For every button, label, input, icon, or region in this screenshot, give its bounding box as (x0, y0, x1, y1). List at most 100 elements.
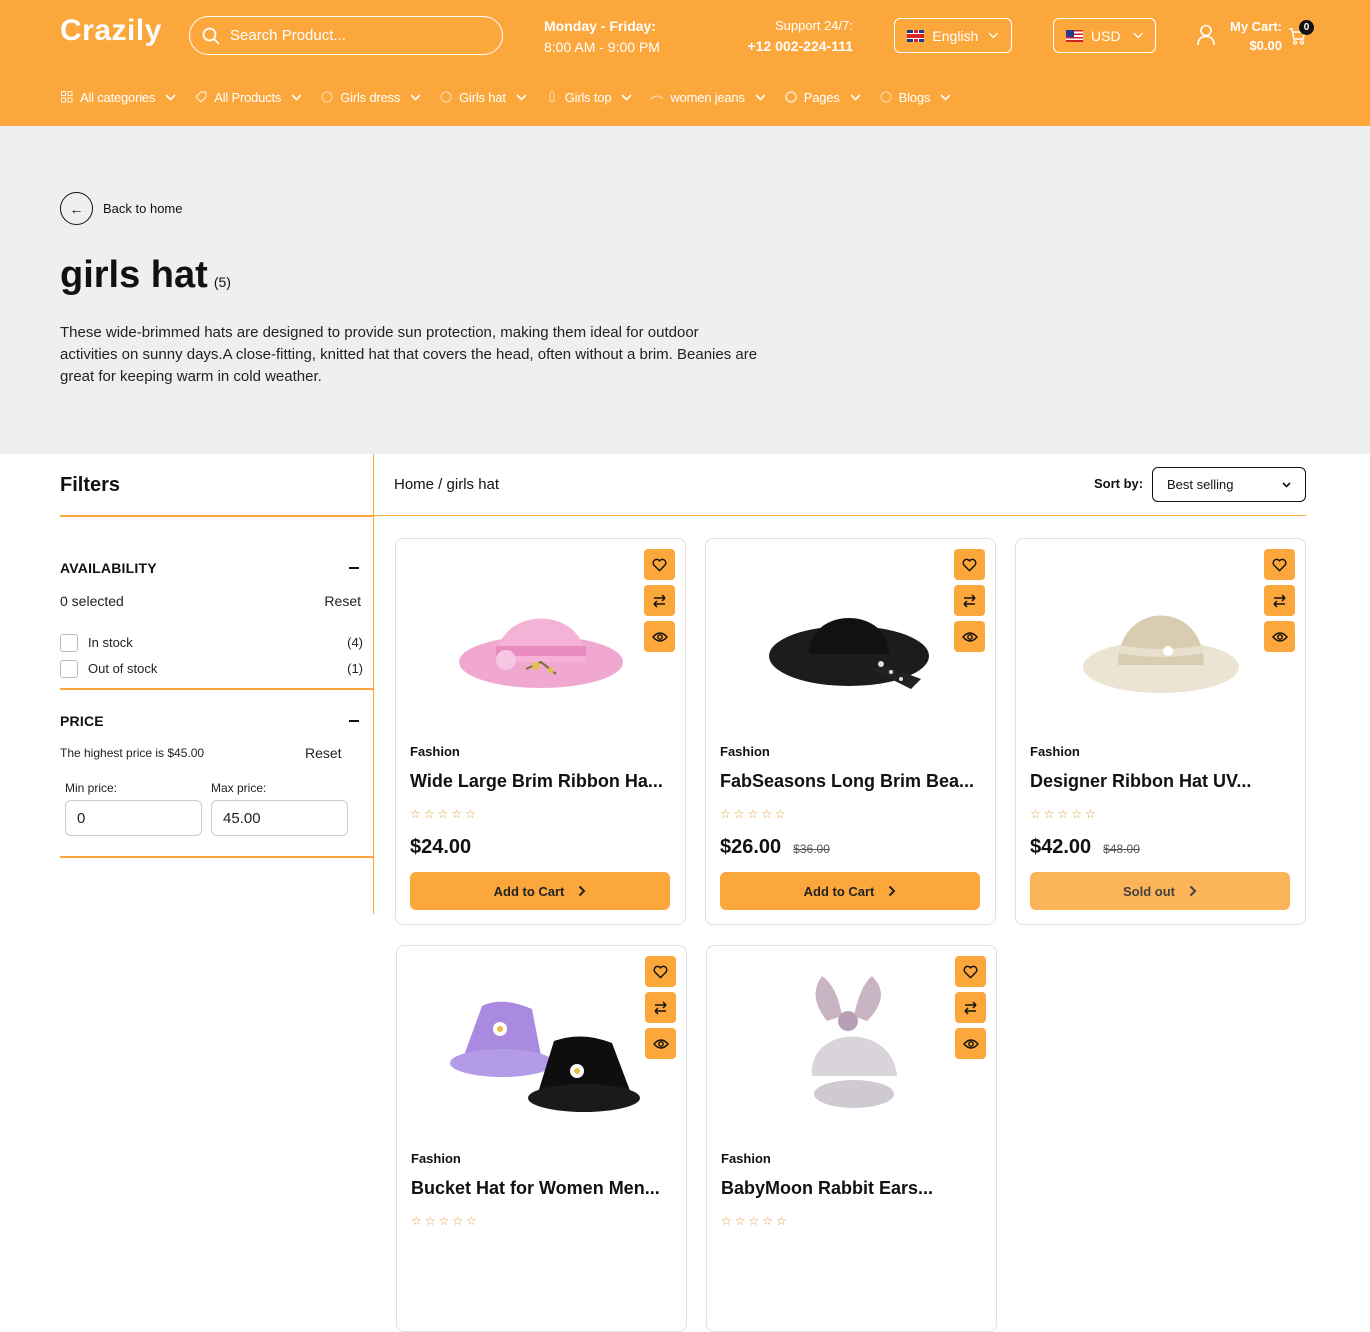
quick-view-button[interactable] (1264, 621, 1295, 652)
hat-icon (439, 90, 453, 104)
product-name[interactable]: Wide Large Brim Ribbon Ha... (410, 771, 672, 792)
nav-item-all-categories[interactable]: All categories (60, 90, 176, 105)
wishlist-button[interactable] (955, 956, 986, 987)
divider (60, 688, 374, 690)
logo[interactable]: Crazily (60, 14, 162, 48)
product-name[interactable]: FabSeasons Long Brim Bea... (720, 771, 982, 792)
compare-icon (654, 1000, 667, 1015)
cart-label: My Cart: (1230, 19, 1283, 34)
availability-title[interactable]: AVAILABILITY (60, 560, 157, 576)
sort-label: Sort by: (1094, 476, 1144, 491)
chevron-down-icon (1282, 481, 1291, 488)
collection-toolbar: Home / girls hat Sort by: Best selling (374, 454, 1306, 516)
nav-item-blogs[interactable]: Blogs (879, 90, 952, 105)
chevron-down-icon (850, 93, 861, 101)
eye-icon (1271, 631, 1288, 642)
nav-label: Pages (803, 89, 840, 105)
language-selector[interactable]: English (894, 18, 1012, 53)
currency-selector[interactable]: USD (1053, 18, 1156, 53)
sort-select[interactable]: Best selling (1152, 467, 1306, 502)
heart-icon (1272, 558, 1287, 572)
divider (60, 515, 374, 517)
nav-item-girls-hat[interactable]: Girls hat (439, 90, 527, 105)
chevron-down-icon (165, 93, 176, 101)
current-price: $24.00 (410, 836, 472, 858)
search-bar[interactable] (189, 16, 503, 55)
product-card[interactable]: Fashion FabSeasons Long Brim Bea... ☆☆☆☆… (705, 538, 996, 925)
availability-reset[interactable]: Reset (324, 593, 361, 609)
price-title[interactable]: PRICE (60, 713, 104, 729)
product-count: (5) (213, 274, 231, 290)
back-to-home-link[interactable]: ← Back to home (60, 192, 183, 225)
chevron-right-icon (889, 885, 896, 897)
back-label: Back to home (103, 201, 183, 216)
compare-button[interactable] (1264, 585, 1295, 616)
compare-button[interactable] (955, 992, 986, 1023)
chevron-right-icon (1189, 885, 1197, 897)
out-of-stock-label[interactable]: Out of stock (88, 661, 157, 676)
quick-view-button[interactable] (644, 621, 675, 652)
product-image[interactable] (737, 966, 967, 1136)
support-title: Support 24/7: (774, 18, 853, 33)
cart-summary[interactable]: My Cart: $0.00 (1230, 17, 1282, 55)
tag-icon (194, 90, 208, 104)
product-image[interactable] (736, 559, 966, 729)
product-name[interactable]: Designer Ribbon Hat UV... (1030, 771, 1292, 792)
minus-icon[interactable] (349, 720, 359, 722)
min-price-input[interactable]: 0 (65, 800, 202, 836)
out-of-stock-checkbox[interactable] (60, 660, 78, 678)
product-price: $24.00 (410, 836, 471, 859)
price-reset[interactable]: Reset (305, 745, 342, 761)
product-card[interactable]: Fashion BabyMoon Rabbit Ears... ☆☆☆☆☆ (706, 945, 997, 1332)
product-card[interactable]: Fashion Designer Ribbon Hat UV... ☆☆☆☆☆ … (1015, 538, 1306, 925)
in-stock-checkbox[interactable] (60, 634, 78, 652)
nav-item-all-products[interactable]: All Products (194, 90, 302, 105)
wishlist-button[interactable] (954, 549, 985, 580)
user-icon[interactable] (1196, 24, 1216, 46)
sort-value: Best selling (1167, 477, 1234, 492)
compare-button[interactable] (645, 992, 676, 1023)
wishlist-button[interactable] (644, 549, 675, 580)
uk-flag-icon (907, 29, 925, 42)
compare-button[interactable] (954, 585, 985, 616)
product-image[interactable] (427, 966, 657, 1136)
quick-view-button[interactable] (955, 1028, 986, 1059)
wishlist-button[interactable] (1264, 549, 1295, 580)
current-price: $26.00 (720, 836, 782, 858)
collection-description: These wide-brimmed hats are designed to … (60, 324, 758, 385)
hours-value: 8:00 AM - 9:00 PM (544, 39, 660, 55)
compare-icon (653, 593, 666, 608)
breadcrumb-home[interactable]: Home / (394, 476, 442, 493)
chevron-down-icon (291, 93, 302, 101)
product-name[interactable]: BabyMoon Rabbit Ears... (721, 1178, 983, 1199)
star-rating: ☆☆☆☆☆ (411, 1214, 480, 1228)
nav-label: All Products (214, 89, 282, 105)
nav-item-girls-top[interactable]: Girls top (545, 90, 633, 105)
product-card[interactable]: Fashion Bucket Hat for Women Men... ☆☆☆☆… (396, 945, 687, 1332)
in-stock-label[interactable]: In stock (88, 635, 133, 650)
max-price-input[interactable]: 45.00 (211, 800, 348, 836)
nav-item-girls-dress[interactable]: Girls dress (320, 90, 421, 105)
product-image[interactable] (1046, 559, 1276, 729)
add-to-cart-button[interactable]: Add to Cart (410, 872, 670, 910)
quick-view-button[interactable] (954, 621, 985, 652)
sold-out-button[interactable]: Sold out (1030, 872, 1290, 910)
chevron-down-icon (621, 93, 632, 101)
add-to-cart-button[interactable]: Add to Cart (720, 872, 980, 910)
support-phone[interactable]: +12 002-224-111 (720, 36, 854, 56)
product-card[interactable]: Fashion Wide Large Brim Ribbon Ha... ☆☆☆… (395, 538, 686, 925)
button-label: Add to Cart (493, 883, 565, 899)
compare-button[interactable] (644, 585, 675, 616)
nav-item-pages[interactable]: Pages (784, 90, 861, 105)
product-price: $42.00 $48.00 (1030, 836, 1140, 859)
us-flag-icon (1066, 29, 1084, 42)
search-input[interactable] (230, 27, 490, 44)
product-name[interactable]: Bucket Hat for Women Men... (411, 1178, 673, 1199)
collection-hero: ← Back to home girls hat (5) These wide-b… (0, 126, 1370, 454)
availability-selected: 0 selected (60, 593, 124, 609)
quick-view-button[interactable] (645, 1028, 676, 1059)
minus-icon[interactable] (349, 567, 359, 569)
product-image[interactable] (426, 559, 656, 729)
wishlist-button[interactable] (645, 956, 676, 987)
nav-item-women-jeans[interactable]: women jeans (650, 90, 766, 105)
